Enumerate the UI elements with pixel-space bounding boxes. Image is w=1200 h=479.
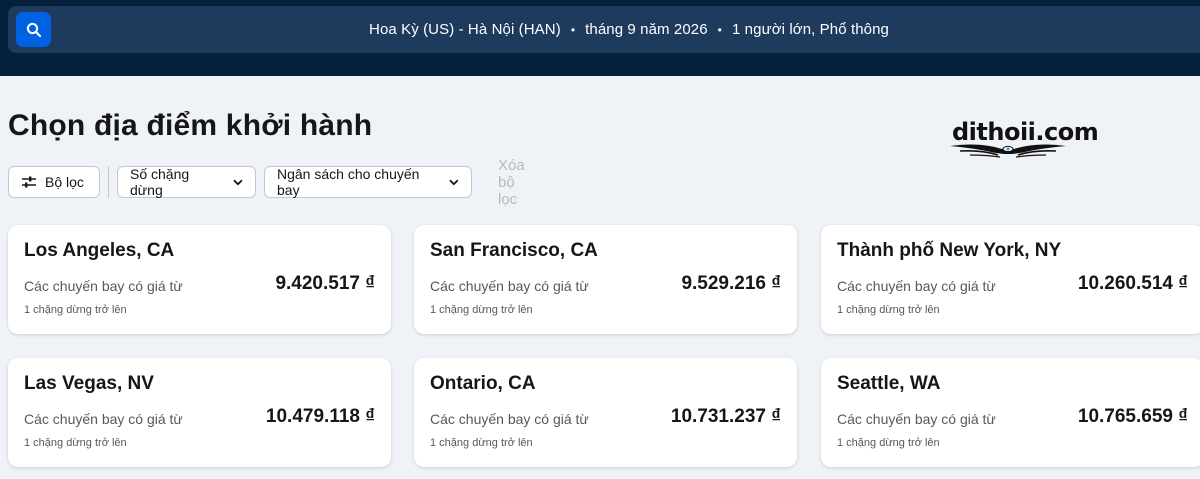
filter-divider bbox=[108, 166, 109, 198]
stops-label: Số chặng dừng bbox=[130, 166, 190, 198]
card-price: 10.260.514 ₫ bbox=[1077, 273, 1188, 294]
card-city: San Francisco, CA bbox=[430, 240, 598, 261]
card-stops: 1 chặng dừng trở lên bbox=[24, 437, 127, 449]
search-button[interactable] bbox=[16, 12, 51, 47]
travellers-text: 1 người lớn, Phổ thông bbox=[731, 21, 889, 38]
card-from-label: Các chuyến bay có giá từ bbox=[430, 278, 589, 294]
route-text: Hoa Kỳ (US) - Hà Nội (HAN) bbox=[369, 21, 561, 38]
chevron-down-icon bbox=[449, 179, 459, 185]
card-price: 10.731.237 ₫ bbox=[670, 406, 781, 427]
card-from-label: Các chuyến bay có giá từ bbox=[837, 411, 996, 427]
top-header: Hoa Kỳ (US) - Hà Nội (HAN) • tháng 9 năm… bbox=[0, 0, 1200, 76]
card-price: 10.765.659 ₫ bbox=[1077, 406, 1188, 427]
chevron-down-icon bbox=[233, 179, 243, 185]
card-stops: 1 chặng dừng trở lên bbox=[837, 304, 940, 316]
date-text: tháng 9 năm 2026 bbox=[585, 21, 708, 38]
clear-filters-link[interactable]: Xóa bộ lọc bbox=[498, 157, 525, 208]
card-stops: 1 chặng dừng trở lên bbox=[430, 437, 533, 449]
filter-label: Bộ lọc bbox=[45, 174, 84, 190]
card-city: Seattle, WA bbox=[837, 373, 941, 394]
destination-card[interactable]: Las Vegas, NV Các chuyến bay có giá từ 1… bbox=[8, 358, 391, 467]
card-price: 9.420.517 ₫ bbox=[275, 273, 375, 294]
sliders-icon bbox=[22, 176, 36, 188]
search-summary-bar[interactable]: Hoa Kỳ (US) - Hà Nội (HAN) • tháng 9 năm… bbox=[8, 6, 1200, 53]
stops-dropdown[interactable]: Số chặng dừng bbox=[117, 166, 256, 198]
card-from-label: Các chuyến bay có giá từ bbox=[837, 278, 996, 294]
search-icon bbox=[26, 22, 41, 37]
card-from-label: Các chuyến bay có giá từ bbox=[430, 411, 589, 427]
trip-summary[interactable]: Hoa Kỳ (US) - Hà Nội (HAN) • tháng 9 năm… bbox=[58, 6, 1200, 53]
separator-dot: • bbox=[570, 22, 576, 37]
destination-card[interactable]: Seattle, WA Các chuyến bay có giá từ 10.… bbox=[821, 358, 1200, 467]
card-price: 9.529.216 ₫ bbox=[681, 273, 781, 294]
destination-card[interactable]: Ontario, CA Các chuyến bay có giá từ 10.… bbox=[414, 358, 797, 467]
separator-dot: • bbox=[717, 22, 722, 37]
card-city: Thành phố New York, NY bbox=[837, 240, 1062, 261]
card-stops: 1 chặng dừng trở lên bbox=[430, 304, 533, 316]
destination-card[interactable]: San Francisco, CA Các chuyến bay có giá … bbox=[414, 225, 797, 334]
budget-label: Ngân sách cho chuyến bay bbox=[277, 166, 420, 198]
card-city: Ontario, CA bbox=[430, 373, 536, 394]
page-title: Chọn địa điểm khởi hành bbox=[8, 109, 373, 142]
card-stops: 1 chặng dừng trở lên bbox=[837, 437, 940, 449]
card-stops: 1 chặng dừng trở lên bbox=[24, 304, 127, 316]
card-from-label: Các chuyến bay có giá từ bbox=[24, 411, 183, 427]
destination-card[interactable]: Thành phố New York, NY Các chuyến bay có… bbox=[821, 225, 1200, 334]
card-city: Las Vegas, NV bbox=[24, 373, 154, 394]
logo-wings-icon bbox=[950, 144, 1066, 158]
card-price: 10.479.118 ₫ bbox=[265, 406, 375, 427]
filter-button[interactable]: Bộ lọc bbox=[8, 166, 100, 198]
site-logo: dithoii.com bbox=[946, 118, 1099, 164]
card-from-label: Các chuyến bay có giá từ bbox=[24, 278, 183, 294]
budget-dropdown[interactable]: Ngân sách cho chuyến bay bbox=[264, 166, 472, 198]
destination-card[interactable]: Los Angeles, CA Các chuyến bay có giá từ… bbox=[8, 225, 391, 334]
card-city: Los Angeles, CA bbox=[24, 240, 175, 261]
